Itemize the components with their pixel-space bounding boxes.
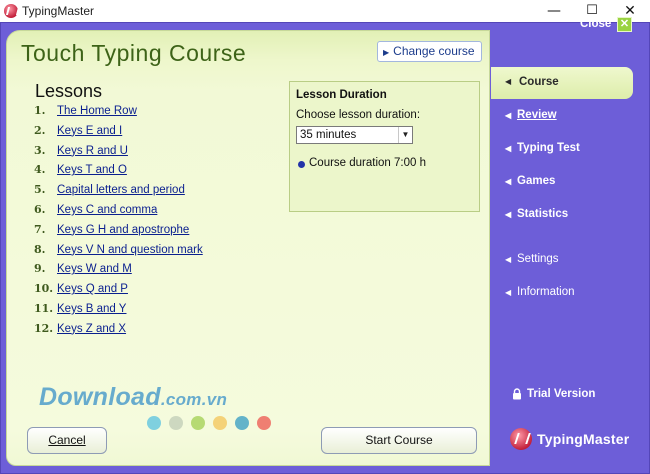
duration-select[interactable]: 35 minutes ▼ xyxy=(296,126,413,144)
lesson-number: 1. xyxy=(34,104,46,117)
window-titlebar: TypingMaster — ☐ ✕ xyxy=(0,0,650,22)
lesson-item: 11. Keys B and Y xyxy=(34,302,203,322)
watermark-main: Download xyxy=(39,383,161,411)
lesson-number: 8. xyxy=(34,242,46,256)
dot-2 xyxy=(169,416,183,430)
nav-item-settings-label: Settings xyxy=(517,253,559,265)
lesson-number: 12. xyxy=(34,321,54,335)
minimize-button[interactable]: — xyxy=(535,0,573,22)
lesson-number: 9. xyxy=(34,262,46,276)
typingmaster-app-icon xyxy=(4,4,18,18)
main-panel: Touch Typing Course ▶ Change course Lesso… xyxy=(6,30,490,466)
lesson-number: 6. xyxy=(34,202,46,216)
dot-6 xyxy=(257,416,271,430)
nav-item-typing-test[interactable]: ◀ Typing Test xyxy=(505,142,580,160)
lessons-heading: Lessons xyxy=(35,81,103,101)
lesson-link[interactable]: Keys E and I xyxy=(57,125,122,137)
nav-item-statistics[interactable]: ◀ Statistics xyxy=(505,208,568,226)
lesson-link[interactable]: Keys W and M xyxy=(57,263,132,275)
lesson-item: 4. Keys T and O xyxy=(34,163,203,183)
close-link[interactable]: Close xyxy=(580,18,611,30)
triangle-left-icon: ◀ xyxy=(505,77,512,86)
duration-title: Lesson Duration xyxy=(296,89,387,101)
lesson-link[interactable]: Keys Q and P xyxy=(57,283,128,295)
download-watermark: Download.com.vn xyxy=(39,383,227,412)
triangle-left-icon: ◀ xyxy=(505,111,512,120)
duration-label: Choose lesson duration: xyxy=(296,109,421,121)
lesson-item: 2. Keys E and I xyxy=(34,124,203,144)
dropdown-arrow-icon[interactable]: ▼ xyxy=(398,127,412,143)
nav-item-games-label: Games xyxy=(517,175,556,187)
lesson-number: 10. xyxy=(34,282,54,296)
nav-item-course-label: Course xyxy=(519,76,559,88)
lesson-link[interactable]: The Home Row xyxy=(57,105,137,117)
duration-select-value: 35 minutes xyxy=(300,129,357,141)
triangle-left-icon: ◀ xyxy=(505,288,512,297)
nav-item-information-label: Information xyxy=(517,286,575,298)
lesson-list: 1. The Home Row 2. Keys E and I 3. Keys R and… xyxy=(34,104,203,342)
lesson-item: 6. Keys C and comma xyxy=(34,203,203,223)
lesson-duration-panel: Lesson Duration Choose lesson duration: … xyxy=(289,81,480,212)
lesson-number: 3. xyxy=(34,143,46,157)
triangle-right-icon: ▶ xyxy=(383,48,390,57)
lesson-link[interactable]: Capital letters and period xyxy=(57,184,185,196)
nav-item-settings[interactable]: ◀ Settings xyxy=(505,253,559,271)
typingmaster-logo-icon xyxy=(510,428,532,450)
lesson-item: 9. Keys W and M xyxy=(34,262,203,282)
lesson-link[interactable]: Keys C and comma xyxy=(57,204,157,216)
lesson-item: 7. Keys G H and apostrophe xyxy=(34,223,203,243)
lesson-number: 5. xyxy=(34,183,46,197)
lesson-number: 7. xyxy=(34,222,46,236)
nav-item-typing-test-label: Typing Test xyxy=(517,142,580,154)
dot-5 xyxy=(235,416,249,430)
lesson-item: 1. The Home Row xyxy=(34,104,203,124)
lesson-item: 8. Keys V N and question mark xyxy=(34,243,203,263)
change-course-label: Change course xyxy=(393,44,475,58)
lesson-number: 2. xyxy=(34,123,46,137)
nav-item-review[interactable]: ◀ Review xyxy=(505,109,557,127)
lesson-item: 5. Capital letters and period xyxy=(34,183,203,203)
cancel-label: Cancel xyxy=(48,433,86,447)
nav-item-course[interactable]: ◀ Course xyxy=(491,67,633,99)
window-title: TypingMaster xyxy=(22,4,95,18)
lesson-link[interactable]: Keys R and U xyxy=(57,145,128,157)
start-course-button[interactable]: Start Course xyxy=(321,427,477,454)
cancel-button[interactable]: Cancel xyxy=(27,427,107,454)
page-title: Touch Typing Course xyxy=(21,40,247,66)
watermark-suffix: .com.vn xyxy=(160,390,228,409)
close-icon[interactable]: ✕ xyxy=(617,17,632,32)
triangle-left-icon: ◀ xyxy=(505,144,512,153)
triangle-left-icon: ◀ xyxy=(505,177,512,186)
nav-item-information[interactable]: ◀ Information xyxy=(505,286,575,304)
brand-name: TypingMaster xyxy=(537,431,630,447)
lesson-link[interactable]: Keys G H and apostrophe xyxy=(57,224,189,236)
lesson-link[interactable]: Keys B and Y xyxy=(57,303,126,315)
nav-item-games[interactable]: ◀ Games xyxy=(505,175,555,193)
dot-1 xyxy=(147,416,161,430)
nav-item-statistics-label: Statistics xyxy=(517,208,569,220)
lesson-number: 4. xyxy=(34,163,46,177)
lesson-item: 10. Keys Q and P xyxy=(34,282,203,302)
bullet-icon xyxy=(298,161,305,168)
lock-icon xyxy=(513,388,521,400)
lesson-number: 11. xyxy=(34,301,54,315)
lesson-item: 3. Keys R and U xyxy=(34,144,203,164)
lesson-link[interactable]: Keys Z and X xyxy=(57,323,126,335)
dot-3 xyxy=(191,416,205,430)
triangle-left-icon: ◀ xyxy=(505,255,512,264)
course-duration-text: Course duration 7:00 h xyxy=(309,157,426,169)
trial-version-label: Trial Version xyxy=(527,388,596,400)
triangle-left-icon: ◀ xyxy=(505,210,512,219)
lesson-item: 12. Keys Z and X xyxy=(34,322,203,342)
change-course-button[interactable]: ▶ Change course xyxy=(377,41,482,62)
nav-item-review-label: Review xyxy=(517,109,557,121)
dot-4 xyxy=(213,416,227,430)
lesson-link[interactable]: Keys V N and question mark xyxy=(57,244,203,256)
lesson-link[interactable]: Keys T and O xyxy=(57,164,127,176)
